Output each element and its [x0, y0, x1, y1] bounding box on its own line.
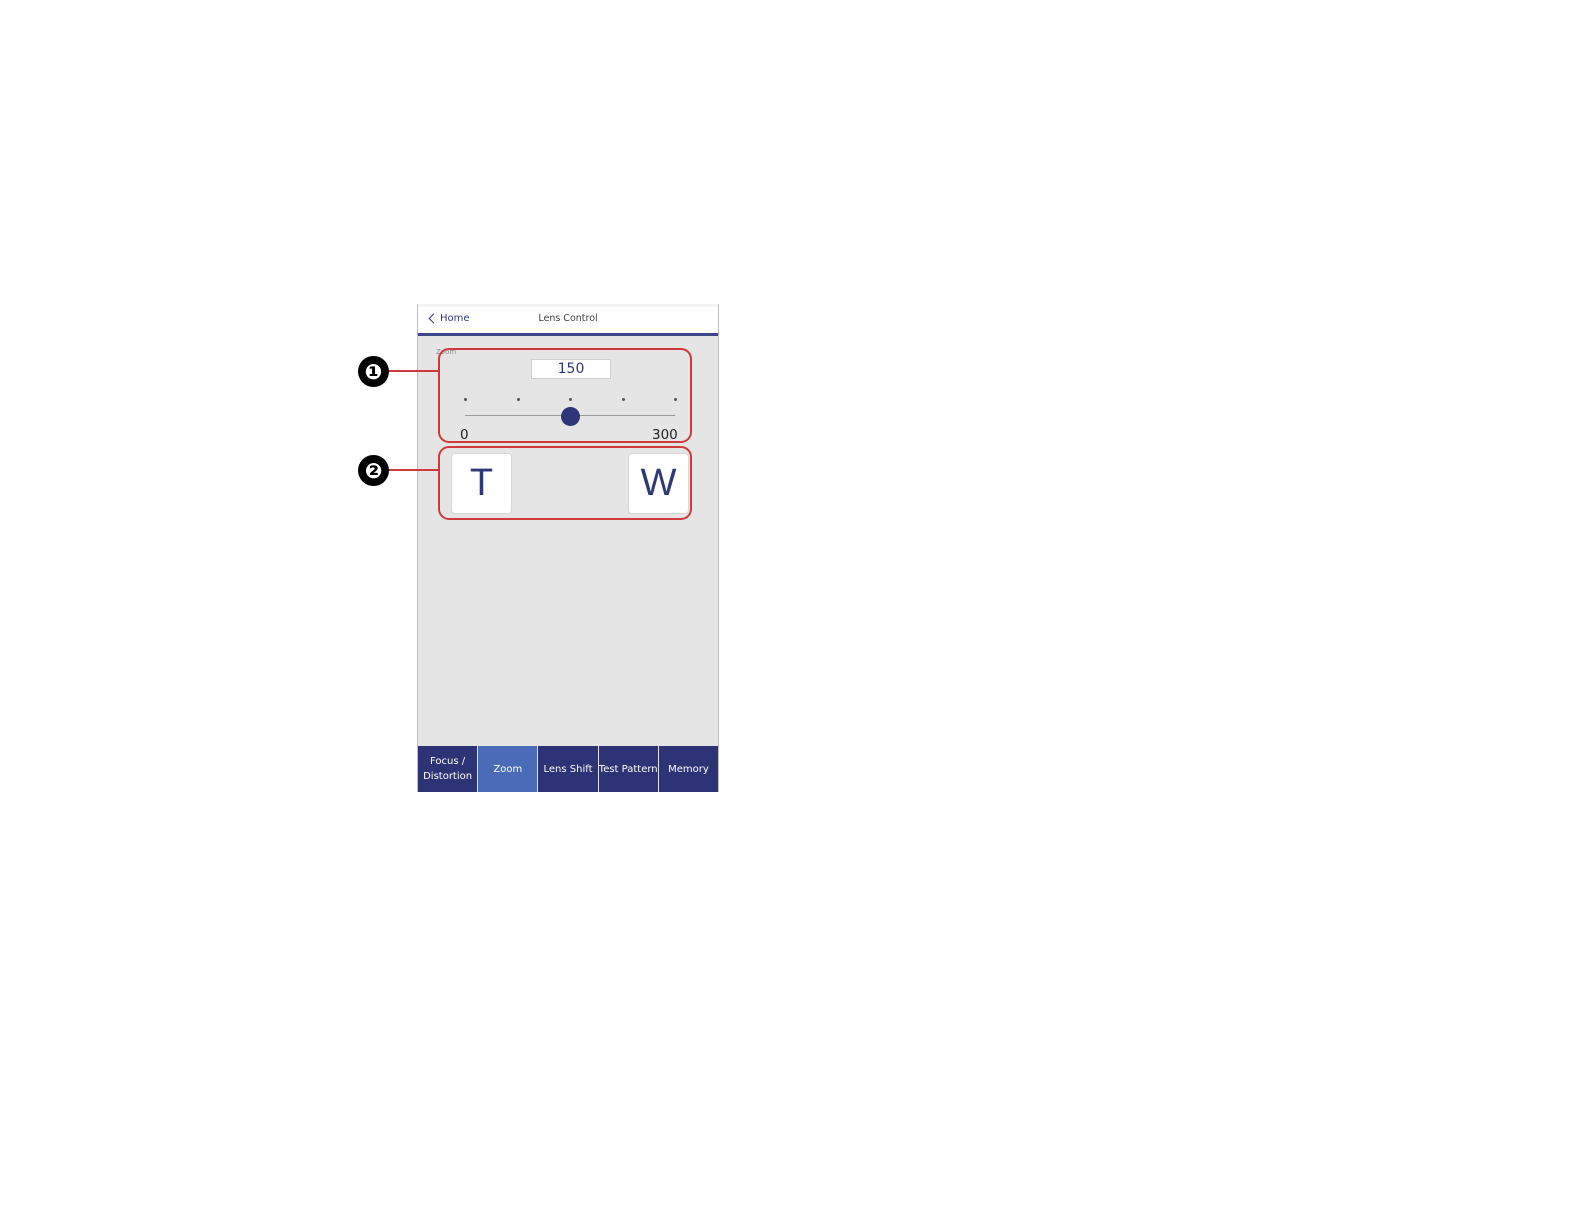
tab-zoom[interactable]: Zoom: [477, 746, 538, 792]
tab-focus-distortion[interactable]: Focus / Distortion: [418, 746, 478, 792]
callout-box-1: [438, 348, 692, 443]
tab-memory[interactable]: Memory: [657, 746, 718, 792]
callout-number-2: ❷: [358, 455, 389, 486]
callout-line-2: [388, 469, 439, 471]
callout-line-1: [388, 370, 439, 372]
tab-test-pattern[interactable]: Test Pattern: [597, 746, 658, 792]
tab-lens-shift[interactable]: Lens Shift: [537, 746, 598, 792]
page-title: Lens Control: [538, 313, 598, 324]
callout-number-1: ❶: [358, 356, 389, 387]
callout-box-2: [438, 446, 692, 520]
bottom-tab-bar: Focus / Distortion Zoom Lens Shift Test Pat…: [418, 746, 718, 792]
header-bar: Home Lens Control: [418, 307, 718, 336]
